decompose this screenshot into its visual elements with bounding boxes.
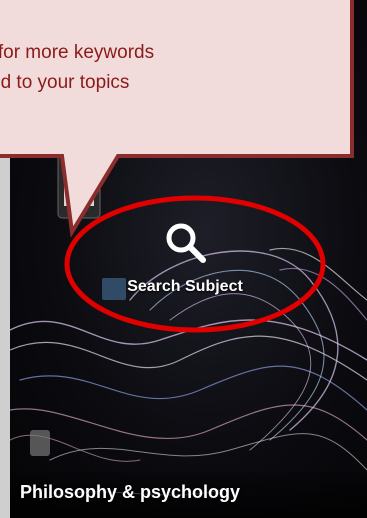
callout-annotation: e for more keywords ed to your topics bbox=[0, 0, 367, 300]
callout-line-2: ed to your topics bbox=[0, 72, 130, 94]
callout-text: e for more keywords ed to your topics bbox=[0, 38, 340, 99]
callout-line-1: e for more keywords bbox=[0, 42, 155, 63]
subject-title[interactable]: Philosophy & psychology bbox=[20, 482, 240, 503]
